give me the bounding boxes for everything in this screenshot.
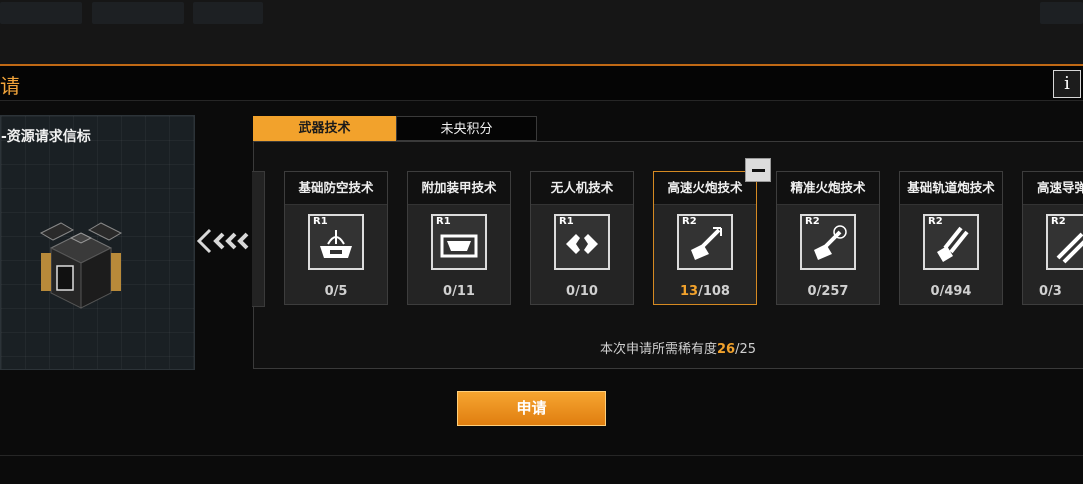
tech-card-progress: 0/10 xyxy=(566,284,598,299)
tech-card-name: 基础防空技术 xyxy=(285,172,387,205)
tech-card[interactable]: 基础轨道炮技术 R2 0/494 xyxy=(899,171,1003,305)
rarity-requirement: 本次申请所需稀有度26/25 xyxy=(600,342,757,357)
drone-icon: R1 xyxy=(554,214,610,270)
rarity-total: 25 xyxy=(739,342,757,357)
tech-card[interactable]: 无人机技术 R1 0/10 xyxy=(530,171,634,305)
bottom-divider xyxy=(0,455,1083,456)
tech-card-progress: 0/494 xyxy=(930,284,972,299)
title-bar: 请 xyxy=(0,66,1083,101)
beacon-name: -资源请求信标 xyxy=(1,129,91,145)
tech-card-name: 基础轨道炮技术 xyxy=(900,172,1002,205)
beacon-device-image xyxy=(39,222,123,309)
tech-card-partial[interactable] xyxy=(252,171,265,307)
hud-resource-chip xyxy=(1040,2,1083,24)
tab-weapon-tech[interactable]: 武器技术 xyxy=(253,116,396,141)
beacon-panel: -资源请求信标 xyxy=(0,115,195,370)
tech-card[interactable]: 基础防空技术 R1 0/5 xyxy=(284,171,388,305)
page-title: 请 xyxy=(0,74,20,98)
tech-card[interactable]: 附加装甲技术 R1 0/11 xyxy=(407,171,511,305)
info-button[interactable]: i xyxy=(1053,70,1081,98)
tech-card-selected[interactable]: 高速火炮技术 R2 13/108 xyxy=(653,171,757,305)
remove-button[interactable] xyxy=(745,158,771,182)
tech-card-progress: 0/257 xyxy=(807,284,849,299)
apply-button[interactable]: 申请 xyxy=(457,391,606,426)
tech-card-partial[interactable]: 高速导弹 R2 0/3 xyxy=(1022,171,1083,305)
rapid-cannon-icon: R2 xyxy=(677,214,733,270)
tech-card-name: 高速导弹 xyxy=(1023,172,1083,205)
tech-card[interactable]: 精准火炮技术 R2 0/257 xyxy=(776,171,880,305)
tech-card-name: 高速火炮技术 xyxy=(654,172,756,205)
anti-air-icon: R1 xyxy=(308,214,364,270)
hud-resource-chip xyxy=(0,2,82,24)
tech-card-name: 附加装甲技术 xyxy=(408,172,510,205)
precision-cannon-icon: R2 xyxy=(800,214,856,270)
armor-icon: R1 xyxy=(431,214,487,270)
railgun-icon: R2 xyxy=(923,214,979,270)
tech-card-name: 精准火炮技术 xyxy=(777,172,879,205)
tech-card-progress: 13/108 xyxy=(680,284,730,299)
tech-card-name: 无人机技术 xyxy=(531,172,633,205)
rarity-requirement-label: 本次申请所需稀有度 xyxy=(600,342,718,357)
rarity-current: 26 xyxy=(717,342,736,357)
tech-card-progress: 0/5 xyxy=(324,284,348,299)
hud-resource-chip xyxy=(193,2,263,24)
tech-card-progress: 0/11 xyxy=(443,284,475,299)
hud-resource-chip xyxy=(92,2,184,24)
missile-icon: R2 xyxy=(1046,214,1083,270)
top-hud-blurred xyxy=(0,0,1083,64)
tab-weiyang-points[interactable]: 未央积分 xyxy=(396,116,537,141)
tech-card-progress: 0/3 xyxy=(1039,284,1062,299)
